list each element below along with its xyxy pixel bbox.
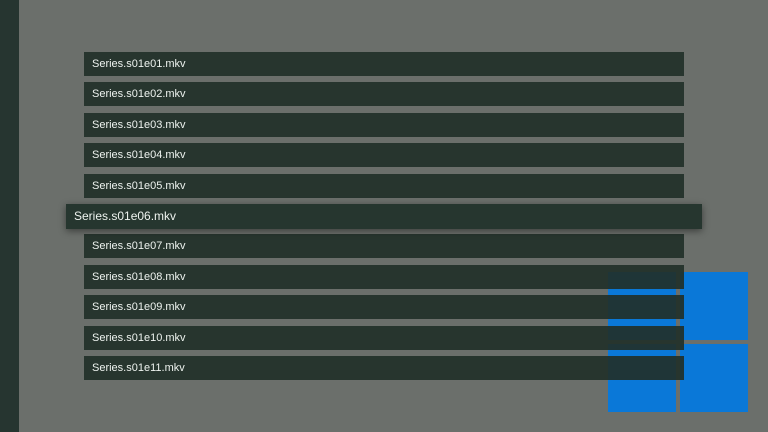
- file-item-series-s01e02[interactable]: Series.s01e02.mkv: [84, 82, 684, 106]
- file-item-series-s01e05[interactable]: Series.s01e05.mkv: [84, 174, 684, 198]
- file-item-series-s01e03[interactable]: Series.s01e03.mkv: [84, 113, 684, 137]
- file-item-series-s01e09[interactable]: Series.s01e09.mkv: [84, 295, 684, 319]
- file-item-series-s01e08[interactable]: Series.s01e08.mkv: [84, 265, 684, 289]
- file-item-series-s01e04[interactable]: Series.s01e04.mkv: [84, 143, 684, 167]
- file-item-series-s01e06-selected[interactable]: Series.s01e06.mkv: [66, 204, 702, 229]
- file-item-series-s01e07[interactable]: Series.s01e07.mkv: [84, 234, 684, 258]
- file-item-series-s01e01[interactable]: Series.s01e01.mkv: [84, 52, 684, 76]
- file-item-series-s01e11[interactable]: Series.s01e11.mkv: [84, 356, 684, 380]
- file-item-series-s01e10[interactable]: Series.s01e10.mkv: [84, 326, 684, 350]
- file-list: Series.s01e01.mkv Series.s01e02.mkv Seri…: [0, 0, 768, 432]
